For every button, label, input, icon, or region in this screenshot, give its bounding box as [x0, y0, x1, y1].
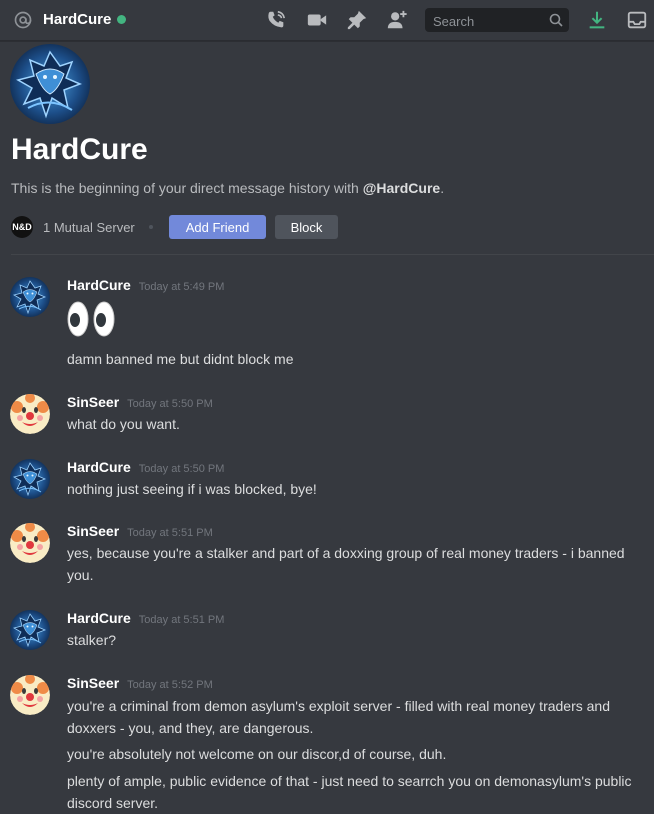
message-text: you're absolutely not welcome on our dis… — [67, 746, 447, 762]
message-text: yes, because you're a stalker and part o… — [67, 545, 625, 583]
at-icon — [14, 11, 32, 29]
message-author[interactable]: SinSeer — [67, 394, 119, 410]
avatar[interactable] — [10, 394, 50, 434]
search-input[interactable] — [431, 11, 545, 31]
video-camera-icon[interactable] — [306, 9, 328, 31]
message-timestamp: Today at 5:51 PM — [127, 527, 213, 539]
message-text: you're a criminal from demon asylum's ex… — [67, 698, 610, 736]
message-text: what do you want. — [67, 416, 180, 432]
recipient-avatar-large — [10, 44, 90, 124]
message-header: SinSeer Today at 5:51 PM — [67, 523, 213, 541]
message-header: HardCure Today at 5:49 PM — [67, 277, 224, 295]
message-text: plenty of ample, public evidence of that… — [67, 773, 632, 811]
message-text: nothing just seeing if i was blocked, by… — [67, 481, 317, 497]
intro-description-text: This is the beginning of your direct mes… — [11, 180, 363, 196]
message-text: stalker? — [67, 632, 117, 648]
mutual-server-icon: N&D — [11, 216, 33, 238]
avatar[interactable] — [10, 459, 50, 499]
inbox-icon[interactable] — [626, 9, 648, 31]
add-friend-icon[interactable] — [386, 9, 408, 31]
channel-header: HardCure — [0, 0, 654, 41]
message-author[interactable]: HardCure — [67, 459, 131, 475]
search-icon — [549, 13, 563, 27]
online-status-indicator — [117, 15, 126, 24]
download-icon[interactable] — [586, 9, 608, 31]
message-timestamp: Today at 5:51 PM — [138, 614, 225, 626]
message-author[interactable]: SinSeer — [67, 523, 119, 539]
intro-description-handle: @HardCure — [362, 180, 441, 196]
eyes-emoji — [67, 301, 115, 337]
avatar[interactable] — [10, 675, 50, 715]
pin-icon[interactable] — [346, 9, 368, 31]
mutual-servers-label: 1 Mutual Server — [43, 219, 135, 235]
block-button[interactable]: Block — [275, 215, 338, 239]
message-author[interactable]: SinSeer — [67, 675, 119, 691]
message-header: SinSeer Today at 5:52 PM — [67, 675, 213, 693]
message-author[interactable]: HardCure — [67, 610, 131, 626]
message-timestamp: Today at 5:49 PM — [138, 281, 225, 293]
dm-intro-description: This is the beginning of your direct mes… — [11, 180, 444, 196]
avatar[interactable] — [10, 277, 50, 317]
eye-icon — [67, 301, 89, 337]
intro-divider — [11, 254, 654, 255]
message-text: damn banned me but didnt block me — [67, 351, 294, 367]
dm-intro-title: HardCure — [11, 133, 148, 166]
message-timestamp: Today at 5:50 PM — [127, 398, 213, 410]
message-header: SinSeer Today at 5:50 PM — [67, 394, 213, 412]
mutual-servers[interactable]: N&D 1 Mutual Server — [11, 215, 153, 239]
message-author[interactable]: HardCure — [67, 277, 131, 293]
message-timestamp: Today at 5:52 PM — [127, 679, 213, 691]
avatar[interactable] — [10, 610, 50, 650]
avatar[interactable] — [10, 523, 50, 563]
search-bar[interactable] — [425, 8, 569, 32]
phone-call-icon[interactable] — [265, 9, 287, 31]
message-header: HardCure Today at 5:50 PM — [67, 459, 224, 477]
separator-dot — [148, 225, 153, 229]
message-timestamp: Today at 5:50 PM — [138, 463, 225, 475]
message-header: HardCure Today at 5:51 PM — [67, 610, 224, 628]
dm-recipient-name: HardCure — [43, 11, 112, 28]
eye-icon — [93, 301, 115, 337]
add-friend-button[interactable]: Add Friend — [169, 215, 266, 239]
intro-description-period: . — [440, 180, 445, 196]
